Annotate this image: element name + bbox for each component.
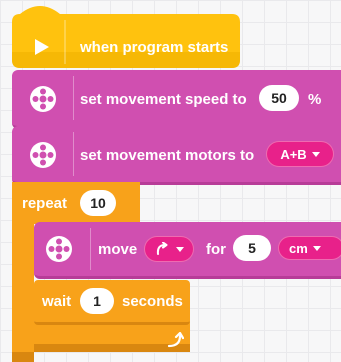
- rotate-clockwise-icon: [156, 242, 167, 255]
- hat-block-shape: [12, 6, 240, 68]
- motors-value: A+B: [280, 146, 307, 162]
- move-amount-input[interactable]: 5: [233, 235, 271, 261]
- chevron-down-icon: [312, 245, 321, 251]
- set-movement-speed-block[interactable]: set movement speed to 50 %: [12, 70, 341, 129]
- move-unit: cm: [289, 240, 308, 256]
- speed-label: set movement speed to: [80, 91, 247, 108]
- direction-dropdown[interactable]: [144, 236, 194, 262]
- wait-block[interactable]: wait 1 seconds: [34, 280, 190, 325]
- repeat-label: repeat: [22, 195, 68, 212]
- wait-unit: seconds: [122, 293, 183, 310]
- play-icon: [35, 39, 49, 55]
- chevron-down-icon: [311, 151, 320, 157]
- move-label: move: [98, 241, 138, 258]
- loop-arrow-icon: [167, 332, 184, 348]
- repeat-count-input[interactable]: 10: [80, 190, 116, 216]
- speed-unit: %: [308, 91, 322, 108]
- motor-icon: [46, 236, 72, 262]
- speed-input[interactable]: 50: [259, 85, 299, 111]
- move-for-label: for: [206, 241, 226, 258]
- when-program-starts-block[interactable]: when program starts: [0, 0, 341, 72]
- chevron-down-icon: [175, 246, 184, 252]
- move-block[interactable]: move for 5 cm: [34, 222, 341, 279]
- wait-label: wait: [42, 293, 72, 310]
- wait-value-input[interactable]: 1: [80, 288, 114, 314]
- set-movement-motors-block[interactable]: set movement motors to A+B: [12, 126, 341, 185]
- motors-dropdown[interactable]: A+B: [266, 141, 334, 167]
- motor-icon: [30, 86, 56, 112]
- unit-dropdown[interactable]: cm: [278, 236, 341, 260]
- motor-icon: [30, 142, 56, 168]
- hat-block-label: when program starts: [80, 39, 229, 56]
- motors-label: set movement motors to: [80, 147, 255, 164]
